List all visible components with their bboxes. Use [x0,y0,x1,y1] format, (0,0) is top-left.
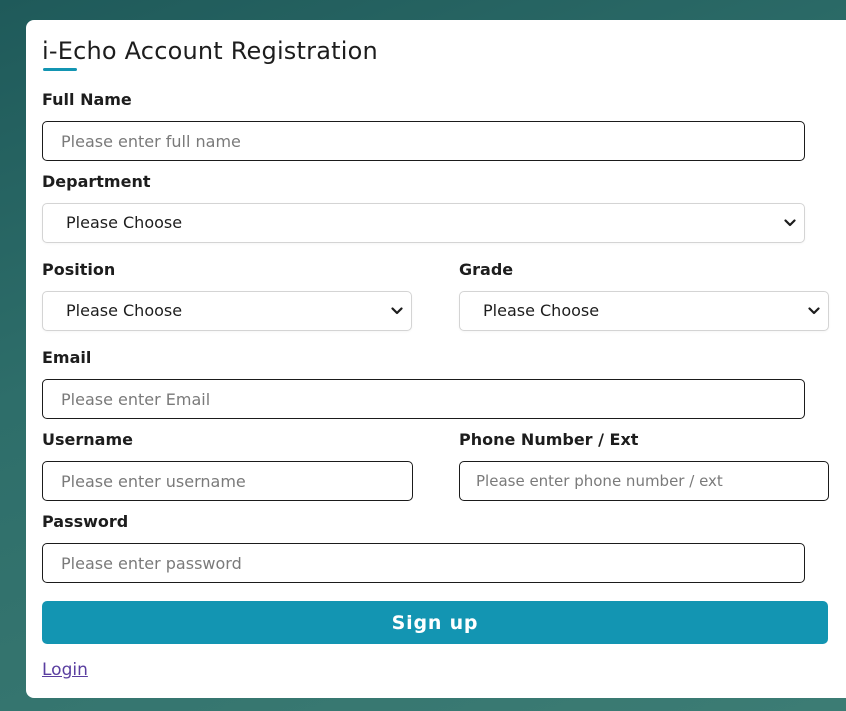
full-name-input[interactable] [42,121,805,161]
grade-label: Grade [459,260,514,279]
email-label: Email [42,348,92,367]
login-link[interactable]: Login [42,660,88,680]
grade-select[interactable]: Please Choose [459,291,829,331]
chevron-down-icon [391,307,403,315]
signup-button[interactable]: Sign up [42,601,828,644]
grade-selected-value: Please Choose [483,301,600,320]
registration-card: i-Echo Account Registration Full Name De… [26,20,846,698]
position-select[interactable]: Please Choose [42,291,412,331]
page-title: i-Echo Account Registration [42,37,378,65]
email-input[interactable] [42,379,805,419]
department-select[interactable]: Please Choose [42,203,805,243]
position-selected-value: Please Choose [66,301,183,320]
position-label: Position [42,260,116,279]
department-label: Department [42,172,151,191]
department-selected-value: Please Choose [66,213,183,232]
chevron-down-icon [808,307,820,315]
password-input[interactable] [42,543,805,583]
chevron-down-icon [784,219,796,227]
full-name-label: Full Name [42,90,132,109]
title-underline [43,68,77,71]
password-label: Password [42,512,129,531]
phone-input[interactable] [459,461,829,501]
username-label: Username [42,430,133,449]
username-input[interactable] [42,461,413,501]
phone-label: Phone Number / Ext [459,430,639,449]
